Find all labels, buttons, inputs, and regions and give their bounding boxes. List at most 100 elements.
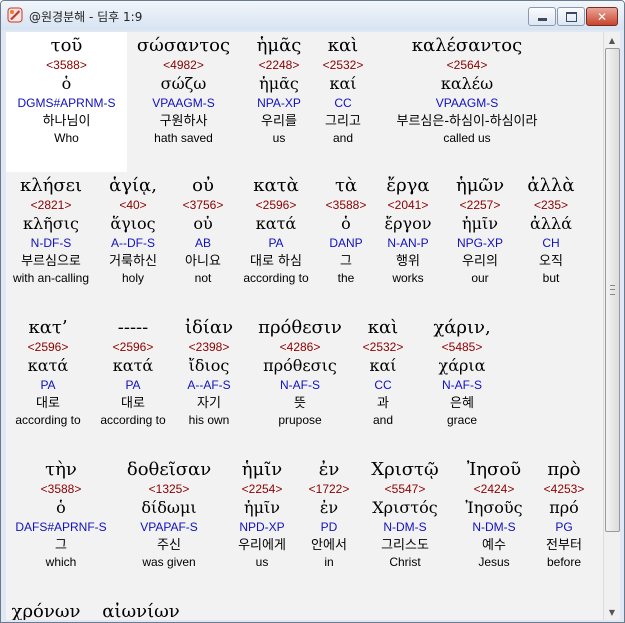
word-ten[interactable]: τὴν <3588> ὁ DAFS#APRNF-S 그 which	[8, 458, 114, 570]
greek-word: -----	[117, 317, 149, 338]
english-gloss: in	[324, 555, 334, 569]
word-kai[interactable]: καὶ <2532> καί CC 그리고 and	[313, 34, 373, 146]
english-gloss: called us	[443, 131, 491, 145]
word-row-3: κατ’ <2596> κατά PA 대로 according to ----…	[6, 316, 603, 456]
word-kata[interactable]: κατὰ <2596> κατά PA 대로 하심 according to	[238, 174, 314, 286]
word-kalesantos[interactable]: καλέσαντος <2564> καλέω VPAAGM-S 부르심은-하심…	[376, 34, 558, 146]
strong-number: <2248>	[258, 58, 300, 72]
strong-number: <2596>	[27, 340, 69, 354]
strong-number: <2257>	[459, 198, 501, 212]
korean-gloss: 구원하사	[159, 114, 208, 129]
word-pro[interactable]: πρὸ <4253> πρό PG 전부터 before	[536, 458, 592, 570]
word-row-1: τοῦ <3588> ὁ DGMS#APRNM-S 하나님이 Who σώσαν…	[6, 32, 603, 172]
morphology: PG	[555, 520, 573, 534]
morphology: CC	[334, 96, 352, 110]
morphology: PA	[40, 378, 56, 392]
morphology: N-AF-S	[442, 378, 482, 392]
morphology: N-DM-S	[472, 520, 516, 534]
close-button[interactable]: ✕	[586, 7, 618, 26]
vertical-scrollbar[interactable]: ▲ ▼	[603, 32, 620, 620]
greek-word: οὐ	[192, 175, 214, 196]
korean-gloss: 하나님이	[42, 114, 91, 129]
word-hemin[interactable]: ἡμῖν <2254> ἡμῖν NPD-XP 우리에게 us	[226, 458, 298, 570]
korean-gloss: 뜻	[294, 396, 306, 411]
morphology: A--DF-S	[111, 236, 155, 250]
minimize-button[interactable]	[528, 7, 556, 26]
word-kat[interactable]: κατ’ <2596> κατά PA 대로 according to	[10, 316, 86, 428]
morphology: VPAAGM-S	[152, 96, 215, 110]
english-gloss: but	[542, 271, 560, 285]
word-hagia[interactable]: ἁγίᾳ, <40> ἅγιος A--DF-S 거룩하신 holy	[98, 174, 168, 286]
morphology: DAFS#APRNF-S	[15, 520, 107, 534]
word-alla[interactable]: ἀλλὰ <235> ἀλλά CH 오직 but	[516, 174, 586, 286]
greek-word: καὶ	[327, 35, 359, 56]
strong-number: <2041>	[387, 198, 429, 212]
interlinear-content: τοῦ <3588> ὁ DGMS#APRNM-S 하나님이 Who σώσαν…	[6, 32, 603, 620]
word-ou[interactable]: οὐ <3756> οὐ AB 아니요 not	[174, 174, 232, 286]
korean-gloss: 우리에게	[238, 538, 286, 553]
morphology: VPAPAF-S	[140, 520, 198, 534]
greek-word: σώσαντος	[136, 35, 231, 56]
title-bar[interactable]: @원경분해 - 딤후 1:9 ✕	[1, 1, 624, 30]
english-gloss: holy	[121, 271, 144, 285]
word-sosantos[interactable]: σώσαντος <4982> σώζω VPAAGM-S 구원하사 hath …	[128, 34, 239, 146]
word-prothesin[interactable]: πρόθεσιν <4286> πρόθεσις N-AF-S 뜻 prupos…	[249, 316, 351, 428]
morphology: PA	[125, 378, 141, 392]
word-tou[interactable]: τοῦ <3588> ὁ DGMS#APRNM-S 하나님이 Who	[6, 32, 127, 172]
strong-number: <2532>	[322, 58, 364, 72]
strong-number: <235>	[533, 198, 569, 212]
greek-word: Χριστῷ	[371, 459, 439, 480]
korean-gloss: 그리스도	[381, 538, 429, 553]
maximize-button[interactable]	[557, 7, 585, 26]
english-gloss: with an-calling	[12, 271, 90, 285]
word-christo[interactable]: Χριστῷ <5547> Χριστός N-DM-S 그리스도 Christ	[362, 458, 448, 570]
english-gloss: and	[332, 131, 354, 145]
greek-word: αἰωνίων	[102, 601, 180, 620]
word-en[interactable]: ἐν <1722> ἐν PD 안에서 in	[300, 458, 358, 570]
word-charin[interactable]: χάριν, <5485> χάρια N-AF-S 은혜 grace	[418, 316, 506, 428]
greek-word: ἔργα	[386, 175, 430, 196]
word-klesei[interactable]: κλήσει <2821> κλῆσις N-DF-S 부르심으로 with a…	[6, 174, 96, 286]
lemma: ὁ	[341, 214, 351, 233]
word-dashes[interactable]: ----- <2596> κατά PA 대로 according to	[95, 316, 171, 428]
scroll-down-arrow-icon[interactable]: ▼	[604, 604, 620, 620]
morphology: NPD-XP	[239, 520, 285, 534]
morphology: N-AN-P	[387, 236, 429, 250]
strong-number: <2398>	[188, 340, 230, 354]
lemma: ἀλλά	[530, 214, 572, 233]
lemma: κατά	[27, 356, 69, 375]
word-aionion[interactable]: αἰωνίων	[92, 600, 190, 620]
word-dotheisan[interactable]: δοθεῖσαν <1325> δίδωμι VPAPAF-S 주신 was g…	[120, 458, 218, 570]
word-idian[interactable]: ἰδίαν <2398> ἴδιος A--AF-S 자기 his own	[176, 316, 242, 428]
word-row-5: χρόνων αἰωνίων	[6, 600, 603, 620]
word-chronon[interactable]: χρόνων	[6, 600, 86, 620]
greek-word: κατ’	[28, 317, 68, 338]
lemma: ὁ	[61, 74, 72, 93]
morphology: DANP	[329, 236, 363, 250]
morphology: N-DF-S	[30, 236, 72, 250]
greek-word: καλέσαντος	[411, 35, 523, 56]
lemma: καί	[329, 74, 357, 93]
word-hemas[interactable]: ἡμᾶς <2248> ἡμᾶς NPA-XP 우리를 us	[244, 34, 314, 146]
word-kai-2[interactable]: καὶ <2532> καί CC 과 and	[356, 316, 410, 428]
strong-number: <2564>	[446, 58, 488, 72]
word-ta[interactable]: τὰ <3588> ὁ DANP 그 the	[322, 174, 370, 286]
greek-word: ἁγίᾳ,	[109, 175, 157, 196]
korean-gloss: 자기	[197, 396, 221, 411]
word-iesou[interactable]: Ἰησοῦ <2424> Ἰησοῦς N-DM-S 예수 Jesus	[454, 458, 534, 570]
strong-number: <1722>	[308, 482, 350, 496]
scroll-up-arrow-icon[interactable]: ▲	[604, 32, 620, 48]
english-gloss: was given	[142, 555, 196, 569]
english-gloss: Jesus	[478, 555, 510, 569]
scroll-thumb[interactable]	[605, 48, 620, 532]
morphology: DGMS#APRNM-S	[17, 96, 116, 110]
strong-number: <3756>	[182, 198, 224, 212]
strong-number: <3588>	[40, 482, 82, 496]
strong-number: <4253>	[543, 482, 585, 496]
word-erga[interactable]: ἔργα <2041> ἔργον N-AN-P 행위 works	[376, 174, 440, 286]
korean-gloss: 아니요	[185, 254, 221, 269]
english-gloss: according to	[243, 271, 309, 285]
word-hemon[interactable]: ἡμῶν <2257> ἡμῖν NPG-XP 우리의 our	[448, 174, 512, 286]
lemma: πρόθεσις	[263, 356, 337, 375]
lemma: Χριστός	[372, 498, 438, 517]
